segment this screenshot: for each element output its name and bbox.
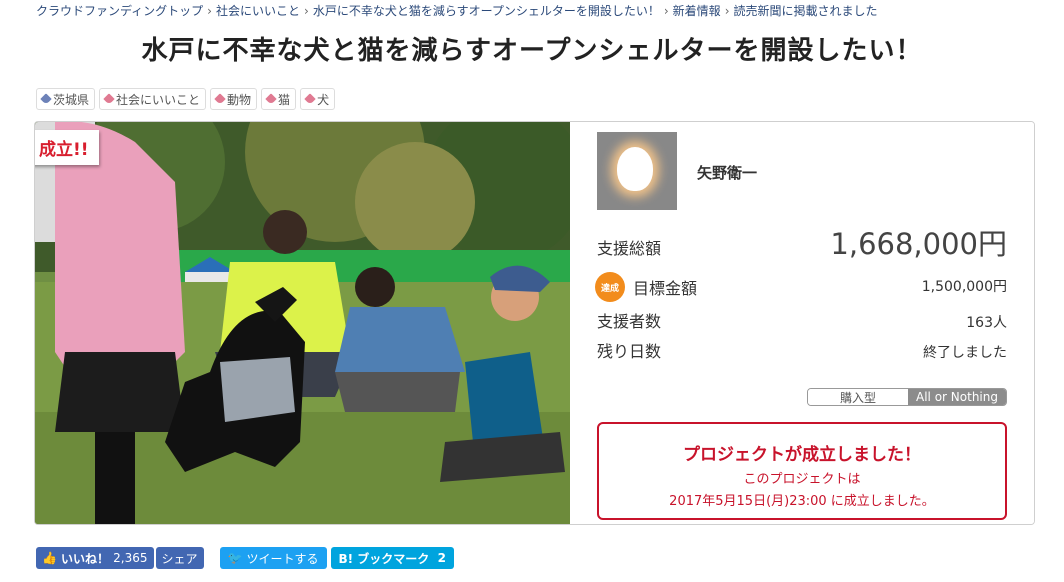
tag-social-good[interactable]: 社会にいいこと	[99, 88, 207, 110]
tag-list: 茨城県 社会にいいこと 動物 猫 犬	[36, 88, 336, 110]
goal-row: 達成 目標金額 1,500,000円	[595, 272, 1007, 302]
breadcrumb: クラウドファンディングトップ › 社会にいいこと › 水戸に不幸な犬と猫を減らすオープン…	[36, 2, 878, 19]
breadcrumb-separator: ›	[304, 4, 309, 18]
breadcrumb-separator: ›	[724, 4, 730, 18]
project-info: 矢野衛一 支援総額 1,668,000円 達成 目標金額 1,500,000円 …	[571, 122, 1034, 524]
achieved-badge-icon: 達成	[595, 272, 625, 302]
bookmark-label: B! ブックマーク	[338, 551, 430, 566]
total-raised-value: 1,668,000円	[830, 227, 1007, 261]
project-panel: 成立!! 矢野衛一 支援総額 1,668,000円 達成 目標金額 1,500,…	[34, 121, 1035, 525]
owner-name[interactable]: 矢野衛一	[697, 162, 757, 183]
days-left-value: 終了しました	[923, 345, 1007, 361]
days-left-label: 残り日数	[597, 342, 662, 361]
tag-label: 犬	[317, 92, 330, 107]
tag-icon	[265, 93, 277, 105]
breadcrumb-separator: ›	[663, 4, 669, 18]
photo-illustration	[35, 122, 570, 524]
success-date-line: 2017年5月15日(月)23:00 に成立しました。	[669, 494, 935, 509]
tag-label: 動物	[227, 92, 252, 107]
breadcrumb-separator: ›	[207, 4, 212, 18]
page-title: 水戸に不幸な犬と猫を減らすオープンシェルターを開設したい！	[141, 36, 923, 66]
project-photo: 成立!!	[35, 122, 570, 524]
success-line-1: このプロジェクトは	[743, 472, 861, 487]
goal-value: 1,500,000円	[921, 278, 1007, 295]
breadcrumb-project-link[interactable]: 水戸に不幸な犬と猫を減らすオープンシェルターを開設したい！	[313, 4, 660, 18]
like-count: 2,365	[113, 551, 148, 565]
breadcrumb-category-link[interactable]: 社会にいいこと	[216, 4, 300, 18]
total-raised-label: 支援総額	[597, 239, 662, 258]
hatena-bookmark-button[interactable]: B! ブックマーク 2	[330, 547, 455, 569]
backers-row: 支援者数 163人	[597, 308, 1007, 332]
success-heading: プロジェクトが成立しました！	[683, 445, 921, 465]
breadcrumb-home-link[interactable]: クラウドファンディングトップ	[36, 4, 203, 18]
default-avatar-icon	[617, 147, 653, 191]
project-type-toggle: 購入型 All or Nothing	[807, 388, 1007, 406]
like-label: いいね！	[60, 551, 109, 566]
tag-icon	[103, 93, 115, 105]
total-raised-row: 支援総額 1,668,000円	[597, 221, 1007, 263]
tweet-label: ツイートする	[246, 551, 319, 566]
thumbs-up-icon: 👍	[42, 551, 57, 565]
tag-ibaraki[interactable]: 茨城県	[36, 88, 96, 110]
tweet-button[interactable]: 🐦 ツイートする	[219, 547, 327, 569]
goal-label-group: 達成 目標金額	[595, 272, 698, 302]
days-left-row: 残り日数 終了しました	[597, 338, 1007, 362]
type-option-purchase: 購入型	[808, 389, 908, 405]
breadcrumb-news-link[interactable]: 新着情報	[673, 4, 721, 18]
type-option-all-or-nothing: All or Nothing	[908, 389, 1006, 405]
tag-icon	[214, 93, 226, 105]
bookmark-count: 2	[437, 551, 447, 565]
social-buttons: 👍 いいね！ 2,365 シェア 🐦 ツイートする B! ブックマーク 2	[36, 547, 455, 569]
tag-icon	[304, 93, 316, 105]
tag-label: 猫	[278, 92, 291, 107]
tag-animals[interactable]: 動物	[210, 88, 258, 110]
twitter-bird-icon: 🐦	[227, 551, 243, 565]
facebook-like-button[interactable]: 👍 いいね！ 2,365	[36, 547, 154, 569]
tag-dog[interactable]: 犬	[300, 88, 336, 110]
tag-label: 社会にいいこと	[116, 92, 201, 107]
goal-label: 目標金額	[633, 279, 698, 298]
facebook-share-button[interactable]: シェア	[155, 547, 204, 569]
location-tag-icon	[40, 93, 52, 105]
breadcrumb-current[interactable]: 読売新聞に掲載されました	[734, 4, 878, 18]
backers-value: 163人	[966, 315, 1007, 331]
tag-cat[interactable]: 猫	[261, 88, 297, 110]
funded-ribbon: 成立!!	[35, 130, 99, 165]
owner-avatar[interactable]	[597, 132, 677, 210]
success-notice: プロジェクトが成立しました！ このプロジェクトは 2017年5月15日(月)23…	[597, 422, 1007, 520]
backers-label: 支援者数	[597, 312, 662, 331]
tag-label: 茨城県	[53, 92, 90, 107]
